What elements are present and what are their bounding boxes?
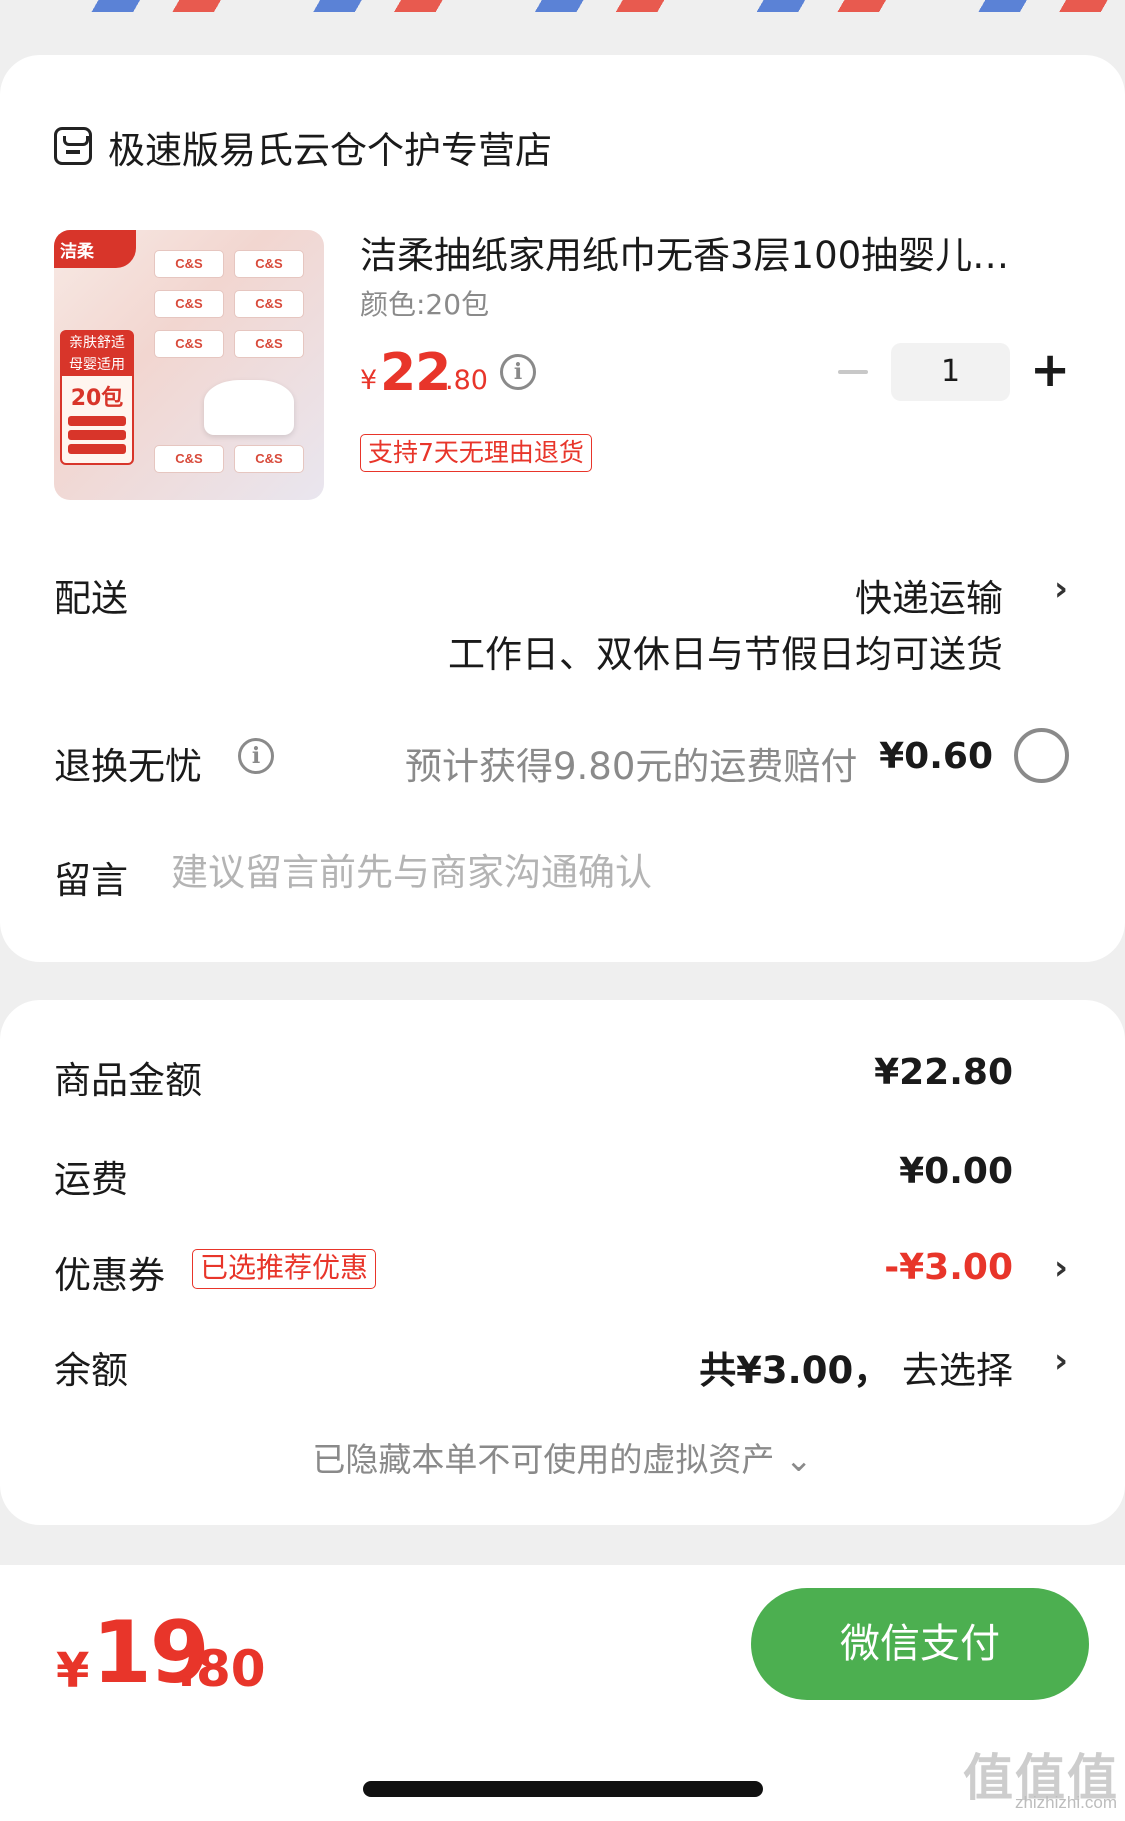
product-image-pack: C&S (234, 290, 304, 318)
worry-free-label: 退换无忧 (54, 745, 202, 788)
airmail-border (0, 0, 1125, 12)
price-integer: 22 (380, 343, 451, 403)
worry-free-price: ¥0.60 (879, 736, 993, 777)
quantity-input[interactable]: 1 (891, 343, 1010, 401)
total-symbol: ¥ (56, 1643, 90, 1699)
wechat-pay-button[interactable]: 微信支付 (751, 1588, 1089, 1700)
goods-amount-value: ¥22.80 (874, 1052, 1013, 1093)
product-image-pack: C&S (234, 330, 304, 358)
product-image[interactable]: C&S C&S C&S C&S C&S C&S C&S C&S 洁柔 亲肤舒适 … (54, 230, 324, 500)
quantity-plus-button[interactable]: + (1030, 345, 1070, 395)
delivery-note: 工作日、双休日与节假日均可送货 (448, 633, 1003, 676)
delivery-label: 配送 (54, 577, 128, 620)
shipping-value: ¥0.00 (899, 1151, 1013, 1192)
bottom-safe-area (0, 1720, 1125, 1821)
balance-label: 余额 (54, 1349, 128, 1392)
watermark-url: zhizhizhi.com (1014, 1793, 1117, 1812)
balance-value[interactable]: 共¥3.00， 去选择 (699, 1340, 1013, 1394)
price-decimal: .80 (445, 365, 488, 396)
store-name[interactable]: 极速版易氏云仓个护专营店 (108, 120, 552, 174)
shipping-label: 运费 (54, 1158, 128, 1201)
tissue-graphic (204, 380, 294, 435)
product-brand-logo: 洁柔 (54, 230, 136, 268)
product-image-pack: C&S (154, 250, 224, 278)
product-badge: 亲肤舒适 母婴适用 20包 (60, 330, 134, 465)
hidden-assets-toggle[interactable]: 已隐藏本单不可使用的虚拟资产 ⌄ (0, 1433, 1125, 1481)
coupon-value[interactable]: -¥3.00 (884, 1247, 1013, 1288)
goods-amount-label: 商品金额 (54, 1059, 202, 1102)
chevron-right-icon[interactable]: › (1054, 1248, 1068, 1288)
product-image-pack: C&S (154, 330, 224, 358)
product-image-pack: C&S (154, 445, 224, 473)
home-indicator[interactable] (363, 1781, 763, 1797)
worry-free-info-icon[interactable]: i (238, 738, 274, 774)
chevron-right-icon[interactable]: › (1054, 569, 1068, 609)
product-image-pack: C&S (234, 445, 304, 473)
price-symbol: ¥ (360, 365, 378, 396)
message-label: 留言 (54, 859, 128, 902)
balance-action[interactable]: 去选择 (902, 1349, 1013, 1392)
delivery-method[interactable]: 快递运输 (855, 568, 1003, 622)
product-image-pack: C&S (234, 250, 304, 278)
message-input[interactable] (171, 846, 1031, 898)
coupon-tag: 已选推荐优惠 (192, 1249, 377, 1289)
return-policy-tag: 支持7天无理由退货 (360, 434, 592, 472)
coupon-label: 优惠券 (54, 1254, 165, 1297)
store-icon (54, 127, 92, 165)
order-card (0, 55, 1125, 962)
worry-free-radio[interactable] (1014, 728, 1069, 783)
product-image-pack: C&S (154, 290, 224, 318)
quantity-minus-button[interactable] (838, 370, 868, 374)
price-info-icon[interactable]: i (500, 354, 536, 390)
product-spec[interactable]: 颜色:20包 (360, 283, 489, 323)
balance-amount: 共¥3.00， (699, 1349, 891, 1392)
chevron-right-icon[interactable]: › (1054, 1341, 1068, 1381)
worry-free-description: 预计获得9.80元的运费赔付 (405, 745, 858, 788)
product-title[interactable]: 洁柔抽纸家用纸巾无香3层100抽婴儿… (360, 225, 1060, 279)
total-decimal: .80 (177, 1640, 266, 1698)
